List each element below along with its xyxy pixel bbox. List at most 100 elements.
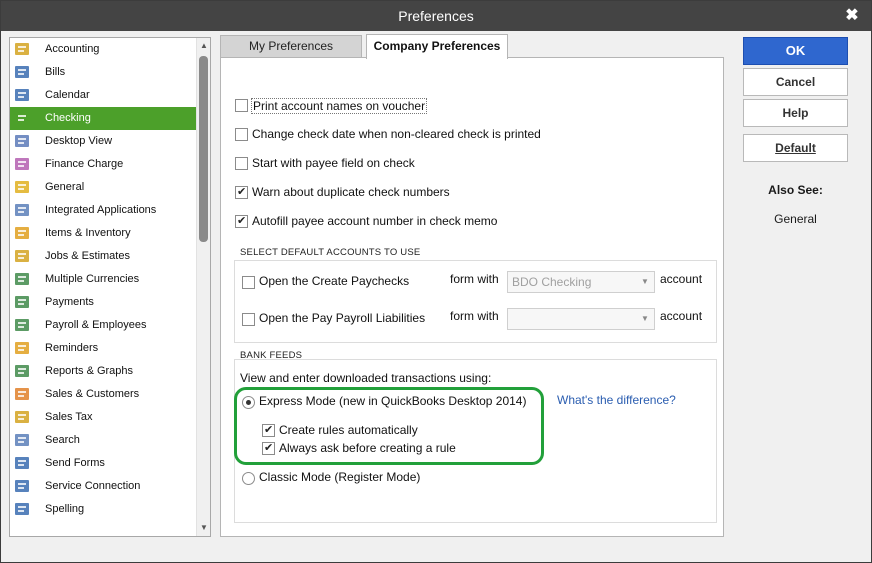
title-bar: Preferences ✖ (1, 1, 871, 31)
sidebar-item-label: Payroll & Employees (45, 319, 147, 331)
sidebar-item-desktop-view[interactable]: Desktop View (10, 130, 196, 153)
start-with-payee-label[interactable]: Start with payee field on check (252, 156, 415, 170)
tab-my-preferences-label: My Preferences (248, 39, 334, 53)
sidebar-scrollbar[interactable]: ▲ ▼ (196, 38, 210, 536)
cancel-button[interactable]: Cancel (743, 68, 848, 96)
jobs-estimates-icon (14, 248, 32, 265)
sales-customers-icon (14, 386, 32, 403)
sidebar-item-spelling[interactable]: Spelling (10, 498, 196, 521)
sidebar-item-label: Calendar (45, 89, 90, 101)
tab-my-preferences[interactable]: My Preferences (220, 35, 362, 57)
reports-graphs-icon (14, 363, 32, 380)
create-paychecks-account-label: account (660, 272, 703, 286)
default-button-label: Default (775, 141, 816, 155)
close-icon[interactable]: ✖ (843, 1, 861, 31)
pay-liabilities-account-label: account (660, 309, 703, 323)
sidebar-item-search[interactable]: Search (10, 429, 196, 452)
sidebar-item-payroll-employees[interactable]: Payroll & Employees (10, 314, 196, 337)
integrated-applications-icon (14, 202, 32, 219)
reminders-icon (14, 340, 32, 357)
create-rules-checkbox[interactable] (262, 423, 275, 437)
print-account-names-checkbox[interactable] (235, 99, 248, 112)
scroll-up-icon[interactable]: ▲ (197, 39, 210, 53)
sidebar-item-label: Bills (45, 66, 66, 78)
print-account-names-label[interactable]: Print account names on voucher (251, 98, 428, 114)
always-ask-checkbox[interactable] (262, 441, 275, 455)
sidebar-item-label: Finance Charge (45, 158, 124, 170)
classic-mode-label[interactable]: Classic Mode (Register Mode) (259, 470, 420, 484)
warn-duplicate-label[interactable]: Warn about duplicate check numbers (252, 185, 450, 199)
bills-icon (14, 64, 32, 81)
sidebar-item-label: Sales & Customers (45, 388, 140, 400)
create-paychecks-account-value: BDO Checking (512, 275, 592, 289)
express-mode-radio[interactable] (242, 396, 255, 409)
sidebar-item-label: Accounting (45, 43, 100, 55)
spelling-icon (14, 501, 32, 518)
chevron-down-icon: ▼ (641, 277, 649, 286)
create-paychecks-form-with: form with (450, 272, 499, 286)
express-mode-label[interactable]: Express Mode (new in QuickBooks Desktop … (259, 394, 526, 408)
default-button[interactable]: Default (743, 134, 848, 162)
scroll-thumb[interactable] (199, 56, 208, 242)
calendar-icon (14, 87, 32, 104)
sidebar-item-items-inventory[interactable]: Items & Inventory (10, 222, 196, 245)
also-see-general-link[interactable]: General (743, 212, 848, 226)
ok-button[interactable]: OK (743, 37, 848, 65)
sidebar-item-service-connection[interactable]: Service Connection (10, 475, 196, 498)
sidebar-item-calendar[interactable]: Calendar (10, 84, 196, 107)
sidebar-item-label: Multiple Currencies (45, 273, 140, 285)
scroll-down-icon[interactable]: ▼ (197, 521, 210, 535)
sidebar-item-reports-graphs[interactable]: Reports & Graphs (10, 360, 196, 383)
tab-company-preferences[interactable]: Company Preferences (366, 34, 508, 59)
bank-feeds-intro: View and enter downloaded transactions u… (240, 371, 492, 385)
default-accounts-title: SELECT DEFAULT ACCOUNTS TO USE (240, 247, 421, 258)
sidebar-item-label: Service Connection (45, 480, 141, 492)
sidebar-item-sales-customers[interactable]: Sales & Customers (10, 383, 196, 406)
preference-category-list[interactable]: Accounting Bills Calendar Checking Desktop V… (9, 37, 211, 537)
autofill-payee-label[interactable]: Autofill payee account number in check m… (252, 214, 497, 228)
create-rules-label[interactable]: Create rules automatically (279, 423, 418, 437)
always-ask-label[interactable]: Always ask before creating a rule (279, 441, 456, 455)
items-inventory-icon (14, 225, 32, 242)
warn-duplicate-checkbox[interactable] (235, 185, 248, 199)
pay-liabilities-account-select[interactable]: ▼ (507, 308, 655, 330)
sidebar-item-finance-charge[interactable]: Finance Charge (10, 153, 196, 176)
sidebar-item-label: Items & Inventory (45, 227, 131, 239)
multiple-currencies-icon (14, 271, 32, 288)
sidebar-item-send-forms[interactable]: Send Forms (10, 452, 196, 475)
help-button[interactable]: Help (743, 99, 848, 127)
create-paychecks-checkbox[interactable] (242, 276, 255, 289)
sidebar-item-bills[interactable]: Bills (10, 61, 196, 84)
sidebar-item-label: Desktop View (45, 135, 113, 147)
finance-charge-icon (14, 156, 32, 173)
company-preferences-panel: Print account names on voucher Change ch… (220, 57, 724, 537)
sidebar-item-jobs-estimates[interactable]: Jobs & Estimates (10, 245, 196, 268)
whats-the-difference-link[interactable]: What's the difference? (557, 393, 676, 407)
sidebar-item-sales-tax[interactable]: Sales Tax (10, 406, 196, 429)
sidebar-item-reminders[interactable]: Reminders (10, 337, 196, 360)
sidebar-item-label: Spelling (45, 503, 85, 515)
autofill-payee-checkbox[interactable] (235, 214, 248, 228)
start-with-payee-checkbox[interactable] (235, 157, 248, 170)
also-see-title: Also See: (768, 183, 823, 197)
desktop-view-icon (14, 133, 32, 150)
sidebar-item-general[interactable]: General (10, 176, 196, 199)
search-icon (14, 432, 32, 449)
create-paychecks-account-select[interactable]: BDO Checking ▼ (507, 271, 655, 293)
classic-mode-radio[interactable] (242, 472, 255, 485)
sidebar-items: Accounting Bills Calendar Checking Desktop V… (10, 38, 196, 521)
sidebar-item-label: Search (45, 434, 80, 446)
tab-company-preferences-label: Company Preferences (373, 39, 501, 53)
sidebar-item-label: Reports & Graphs (45, 365, 134, 377)
pay-liabilities-checkbox[interactable] (242, 313, 255, 326)
change-check-date-label[interactable]: Change check date when non-cleared check… (252, 127, 541, 141)
payments-icon (14, 294, 32, 311)
sidebar-item-payments[interactable]: Payments (10, 291, 196, 314)
sidebar-item-multiple-currencies[interactable]: Multiple Currencies (10, 268, 196, 291)
sidebar-item-label: Checking (45, 112, 91, 124)
sidebar-item-integrated-applications[interactable]: Integrated Applications (10, 199, 196, 222)
change-check-date-checkbox[interactable] (235, 128, 248, 141)
sales-tax-icon (14, 409, 32, 426)
sidebar-item-checking[interactable]: Checking (10, 107, 196, 130)
sidebar-item-accounting[interactable]: Accounting (10, 38, 196, 61)
